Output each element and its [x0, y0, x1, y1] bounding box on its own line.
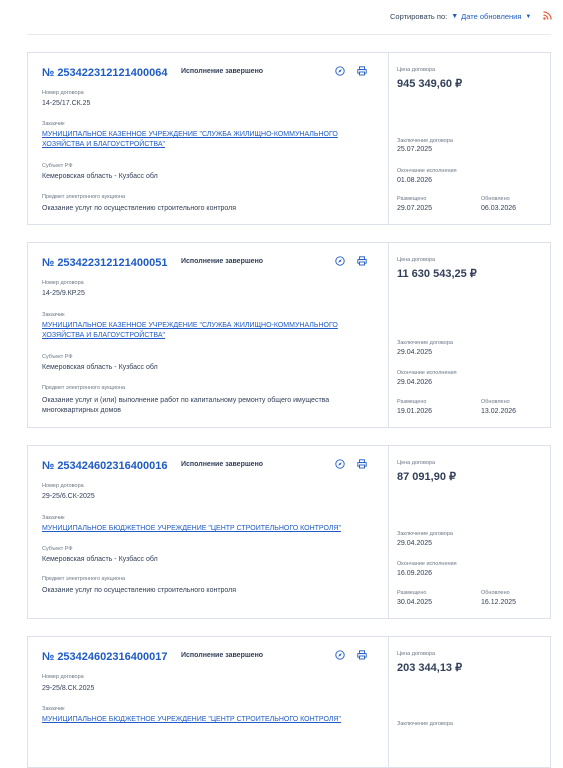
price-label: Цена договора — [397, 651, 436, 657]
ends-label: Окончание исполнения — [397, 168, 457, 174]
contract-number-label: Номер договора — [42, 674, 84, 680]
sort-value[interactable]: Дате обновления — [461, 12, 521, 21]
placed-value: 29.07.2025 — [397, 205, 433, 212]
subject-label: Субъект РФ — [42, 163, 73, 169]
contract-card: № 253422312121400051 Исполнение завершен… — [27, 242, 551, 428]
contract-number-label: Номер договора — [42, 90, 84, 96]
auction-value: Оказание услуг по осуществлению строител… — [42, 587, 237, 594]
subject-value: Кемеровская область - Кузбасс обл — [42, 364, 158, 371]
concluded-value: 29.04.2025 — [397, 349, 433, 356]
compass-icon[interactable] — [335, 256, 345, 266]
filter-icon: ▼ — [451, 13, 459, 20]
concluded-label: Заключение договора — [397, 721, 453, 727]
placed-label: Размещено — [397, 590, 427, 596]
subject-label: Субъект РФ — [42, 354, 73, 360]
contract-number-label: Номер договора — [42, 483, 84, 489]
auction-label: Предмет электронного аукциона — [42, 194, 126, 200]
customer-label: Заказчик — [42, 515, 65, 521]
placed-label: Размещено — [397, 196, 427, 202]
ends-value: 16.09.2026 — [397, 570, 433, 577]
placed-value: 30.04.2025 — [397, 599, 433, 606]
customer-label: Заказчик — [42, 312, 65, 318]
print-icon[interactable] — [357, 459, 367, 469]
price-label: Цена договора — [397, 257, 436, 263]
contract-number-value: 29-25/6.СК-2025 — [42, 493, 95, 500]
customer-link[interactable]: МУНИЦИПАЛЬНОЕ КАЗЕННОЕ УЧРЕЖДЕНИЕ "СЛУЖБ… — [42, 321, 352, 341]
customer-label: Заказчик — [42, 706, 65, 712]
auction-label: Предмет электронного аукциона — [42, 576, 126, 582]
concluded-label: Заключение договора — [397, 531, 453, 537]
price-value: 87 091,90 ₽ — [397, 471, 456, 483]
subject-value: Кемеровская область - Кузбасс обл — [42, 556, 158, 563]
contract-card: № 253424602316400016 Исполнение завершен… — [27, 445, 551, 619]
ends-value: 29.04.2026 — [397, 379, 433, 386]
contract-number-value: 14-25/17.СК.25 — [42, 100, 91, 107]
customer-link[interactable]: МУНИЦИПАЛЬНОЕ КАЗЕННОЕ УЧРЕЖДЕНИЕ "СЛУЖБ… — [42, 130, 352, 150]
status-badge: Исполнение завершено — [181, 258, 264, 265]
contract-card: № 253422312121400064 Исполнение завершен… — [27, 52, 551, 225]
ends-value: 01.08.2026 — [397, 177, 433, 184]
customer-link[interactable]: МУНИЦИПАЛЬНОЕ БЮДЖЕТНОЕ УЧРЕЖДЕНИЕ "ЦЕНТ… — [42, 524, 352, 534]
status-badge: Исполнение завершено — [181, 461, 264, 468]
placed-label: Размещено — [397, 399, 427, 405]
contract-card: № 253424602316400017 Исполнение завершен… — [27, 636, 551, 768]
updated-label: Обновлено — [481, 196, 510, 202]
updated-label: Обновлено — [481, 590, 510, 596]
print-icon[interactable] — [357, 66, 367, 76]
subject-value: Кемеровская область - Кузбасс обл — [42, 173, 158, 180]
contract-number-value: 14-25/9.КР.25 — [42, 290, 85, 297]
compass-icon[interactable] — [335, 459, 345, 469]
price-value: 11 630 543,25 ₽ — [397, 268, 477, 280]
contract-number-label: Номер договора — [42, 280, 84, 286]
compass-icon[interactable] — [335, 66, 345, 76]
concluded-label: Заключение договора — [397, 340, 453, 346]
concluded-value: 25.07.2025 — [397, 146, 433, 153]
status-badge: Исполнение завершено — [181, 652, 264, 659]
customer-link[interactable]: МУНИЦИПАЛЬНОЕ БЮДЖЕТНОЕ УЧРЕЖДЕНИЕ "ЦЕНТ… — [42, 715, 352, 725]
chevron-down-icon[interactable]: ▼ — [525, 14, 531, 20]
subject-label: Субъект РФ — [42, 546, 73, 552]
ends-label: Окончание исполнения — [397, 561, 457, 567]
customer-label: Заказчик — [42, 121, 65, 127]
contract-number-link[interactable]: № 253424602316400016 — [42, 460, 167, 472]
contract-number-link[interactable]: № 253424602316400017 — [42, 651, 167, 663]
price-label: Цена договора — [397, 460, 436, 466]
price-label: Цена договора — [397, 67, 436, 73]
price-value: 203 344,13 ₽ — [397, 662, 463, 674]
auction-value: Оказание услуг по осуществлению строител… — [42, 205, 237, 212]
divider — [27, 34, 551, 35]
print-icon[interactable] — [357, 256, 367, 266]
updated-value: 13.02.2026 — [481, 408, 517, 415]
contract-number-value: 29-25/8.СК.2025 — [42, 685, 95, 692]
sort-control[interactable]: Сортировать по: ▼ Дате обновления ▼ — [390, 12, 531, 21]
concluded-label: Заключение договора — [397, 138, 453, 144]
placed-value: 19.01.2026 — [397, 408, 433, 415]
price-value: 945 349,60 ₽ — [397, 78, 463, 90]
updated-value: 06.03.2026 — [481, 205, 517, 212]
print-icon[interactable] — [357, 650, 367, 660]
concluded-value: 29.04.2025 — [397, 540, 433, 547]
auction-value: Оказание услуг и (или) выполнение работ … — [42, 397, 330, 414]
contract-number-link[interactable]: № 253422312121400051 — [42, 257, 167, 269]
compass-icon[interactable] — [335, 650, 345, 660]
contract-number-link[interactable]: № 253422312121400064 — [42, 67, 167, 79]
rss-icon[interactable] — [543, 11, 552, 20]
auction-label: Предмет электронного аукциона — [42, 385, 126, 391]
updated-value: 16.12.2025 — [481, 599, 517, 606]
sort-label: Сортировать по: — [390, 12, 448, 21]
status-badge: Исполнение завершено — [181, 68, 264, 75]
updated-label: Обновлено — [481, 399, 510, 405]
ends-label: Окончание исполнения — [397, 370, 457, 376]
